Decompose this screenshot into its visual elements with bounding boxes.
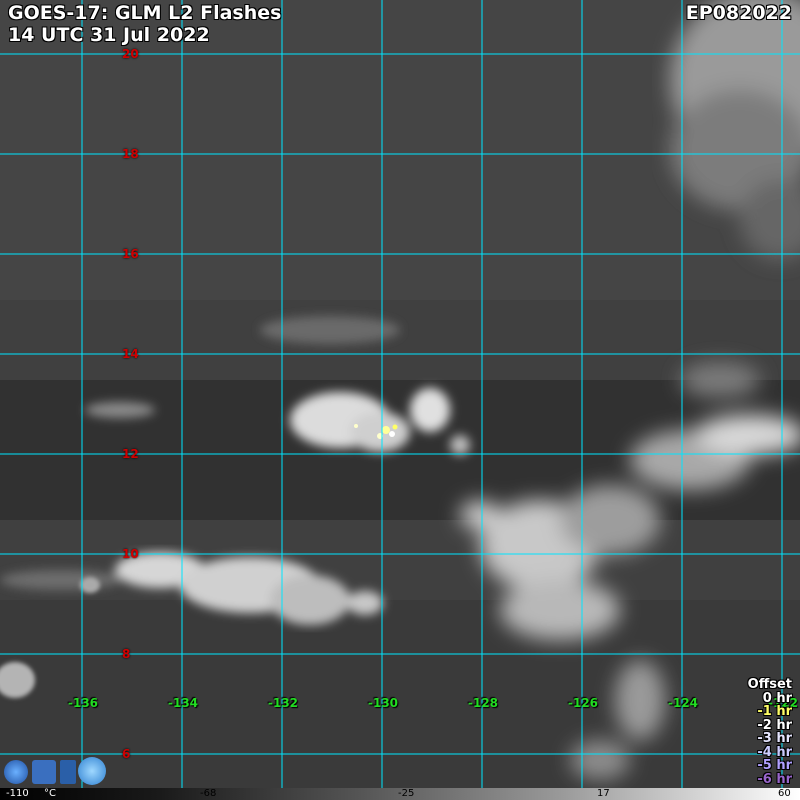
longitude-label: -136 — [68, 696, 99, 710]
latitude-label: 10 — [122, 547, 139, 561]
longitude-label: -134 — [168, 696, 199, 710]
colorbar-tick-label: 60 — [778, 788, 791, 799]
offset-legend: Offset 0 hr -1 hr -2 hr -3 hr -4 hr -5 hr -6 h… — [748, 678, 792, 786]
longitude-label: -128 — [468, 696, 499, 710]
longitude-label: -132 — [268, 696, 299, 710]
longitude-label: -124 — [668, 696, 699, 710]
noaa-logo-icon — [4, 760, 28, 784]
product-title: GOES-17: GLM L2 Flashes — [8, 2, 282, 24]
satellite-frame: GOES-17: GLM L2 Flashes 14 UTC 31 Jul 20… — [0, 0, 800, 800]
colorbar-min-label: -110 — [6, 788, 29, 799]
longitude-label: -126 — [568, 696, 599, 710]
offset-legend-row: -5 hr — [757, 758, 792, 773]
latitude-label: 18 — [122, 147, 139, 161]
offset-legend-row: -3 hr — [757, 731, 792, 746]
longitude-label: -130 — [368, 696, 399, 710]
ramm-logo-icon — [78, 757, 106, 785]
valid-time: 14 UTC 31 Jul 2022 — [8, 24, 210, 46]
offset-legend-row: -4 hr — [757, 744, 792, 760]
latitude-label: 12 — [122, 447, 139, 461]
colorbar-tick-label: -68 — [200, 788, 217, 799]
latitude-label: 6 — [122, 747, 131, 761]
offset-legend-row: -1 hr — [757, 704, 792, 719]
cira-logo-icon — [32, 760, 56, 784]
latitude-label: 8 — [122, 647, 131, 661]
offset-legend-row: 0 hr — [762, 690, 792, 706]
latitude-label: 16 — [122, 247, 139, 261]
logo-strip — [4, 756, 106, 786]
colorbar-tick-label: -25 — [398, 788, 415, 799]
offset-legend-title: Offset — [747, 677, 792, 692]
latitude-label: 14 — [122, 347, 139, 361]
flag-logo-icon — [60, 760, 76, 784]
colorbar-tick-label: 17 — [597, 788, 610, 799]
offset-legend-row: -6 hr — [757, 771, 792, 787]
storm-id: EP082022 — [685, 2, 792, 24]
offset-legend-row: -2 hr — [757, 717, 792, 733]
lat-lon-grid — [0, 0, 800, 788]
latitude-label: 20 — [122, 47, 139, 61]
colorbar-unit: °C — [44, 788, 56, 799]
